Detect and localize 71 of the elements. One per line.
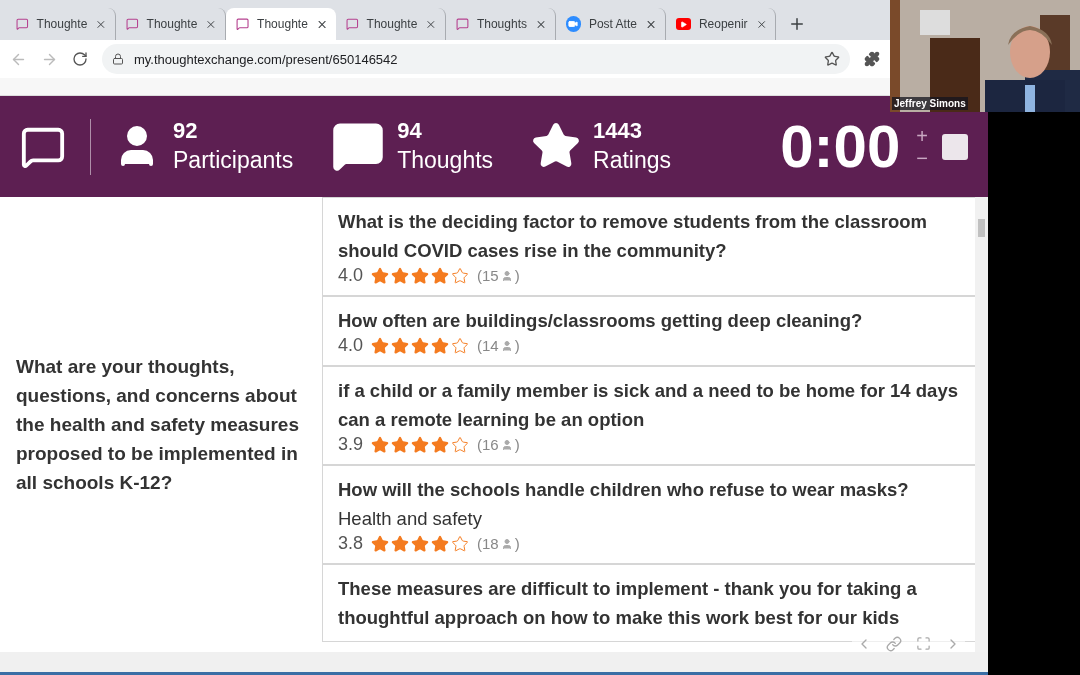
new-tab-icon[interactable] xyxy=(788,15,806,33)
star-icon xyxy=(391,266,410,285)
star-icon xyxy=(371,534,390,553)
chat-bubble-icon xyxy=(16,17,29,31)
address-bar[interactable]: my.thoughtexchange.com/present/650146542 xyxy=(102,44,850,74)
rater-count: ) xyxy=(514,535,520,552)
rater-count: ) xyxy=(514,436,520,453)
chat-bubble-icon xyxy=(456,17,469,31)
star-icon xyxy=(431,435,450,454)
stop-button[interactable] xyxy=(942,133,968,160)
thought-text: if a child or a family member is sick and a need to be home for 14 days can a remote learning be an option xyxy=(338,379,959,432)
stat-count: 94 xyxy=(397,117,423,146)
participant-name: Jeffrey Simons xyxy=(892,97,968,110)
star-icon xyxy=(391,534,410,553)
bookmark-star-icon[interactable] xyxy=(824,51,840,67)
star-icon xyxy=(451,266,470,285)
thought-text: These measures are difficult to implement - thank you for taking a thoughtful approach on how to make this work best for our kids xyxy=(338,577,918,630)
scroll-thumb[interactable] xyxy=(978,219,985,237)
category-label: Health and safety xyxy=(338,507,483,531)
thought-text: How often are buildings/classrooms getting deep cleaning? xyxy=(338,309,864,333)
star-icon xyxy=(371,266,390,285)
stat-count: 92 xyxy=(173,117,199,146)
thought-text: How will the schools handle children who refuse to wear masks? xyxy=(338,478,910,502)
chat-bubble-icon xyxy=(126,17,139,31)
timer: 0:00 xyxy=(780,112,901,181)
stat-label: Thoughts xyxy=(397,145,494,175)
stat-label: Participants xyxy=(173,145,294,175)
fullscreen-icon[interactable] xyxy=(916,636,931,651)
person-icon xyxy=(500,269,513,282)
star-icon xyxy=(431,336,450,355)
rating-value: 4.0 xyxy=(338,335,364,356)
link-icon[interactable] xyxy=(886,635,902,652)
video-camera-icon xyxy=(566,16,581,32)
star-icon xyxy=(431,266,450,285)
stat-label: Ratings xyxy=(593,145,672,175)
stat-count: 1443 xyxy=(593,117,644,146)
chat-bubble-icon xyxy=(236,17,250,31)
play-icon xyxy=(676,18,691,30)
browser-tab[interactable]: Thoughte xyxy=(226,8,336,40)
star-icon xyxy=(451,534,470,553)
chat-bubble-icon xyxy=(346,17,359,31)
star-icon xyxy=(391,435,410,454)
star-icon xyxy=(411,336,430,355)
rater-count: ) xyxy=(514,267,520,284)
rating-value: 3.8 xyxy=(338,533,364,554)
rater-count: (16 xyxy=(477,436,499,453)
rater-count: (14 xyxy=(477,337,499,354)
star-icon xyxy=(431,534,450,553)
thought-text: What is the deciding factor to remove students from the classroom should COVID cases rise in the community? xyxy=(338,210,929,263)
puzzle-icon[interactable] xyxy=(864,51,880,67)
person-icon xyxy=(500,537,513,550)
star-icon xyxy=(451,336,470,355)
star-icon xyxy=(371,336,390,355)
rater-count: (18 xyxy=(477,535,499,552)
star-icon xyxy=(411,534,430,553)
star-icon xyxy=(391,336,410,355)
decrease-button[interactable]: − xyxy=(916,146,928,169)
rater-count: (15 xyxy=(477,267,499,284)
star-icon xyxy=(451,435,470,454)
reload-icon[interactable] xyxy=(72,51,88,67)
star-icon xyxy=(411,435,430,454)
rating-value: 4.0 xyxy=(338,265,364,286)
rater-count: ) xyxy=(514,337,520,354)
rating-value: 3.9 xyxy=(338,434,364,455)
lock-icon xyxy=(112,53,124,65)
star-icon xyxy=(411,266,430,285)
person-icon xyxy=(500,339,513,352)
person-icon xyxy=(500,438,513,451)
star-icon xyxy=(371,435,390,454)
increase-button[interactable]: + xyxy=(916,124,928,147)
question-text: What are your thoughts, questions, and concerns about the health and safety measures proposed to be implemented in all schools K-12? xyxy=(16,355,300,495)
